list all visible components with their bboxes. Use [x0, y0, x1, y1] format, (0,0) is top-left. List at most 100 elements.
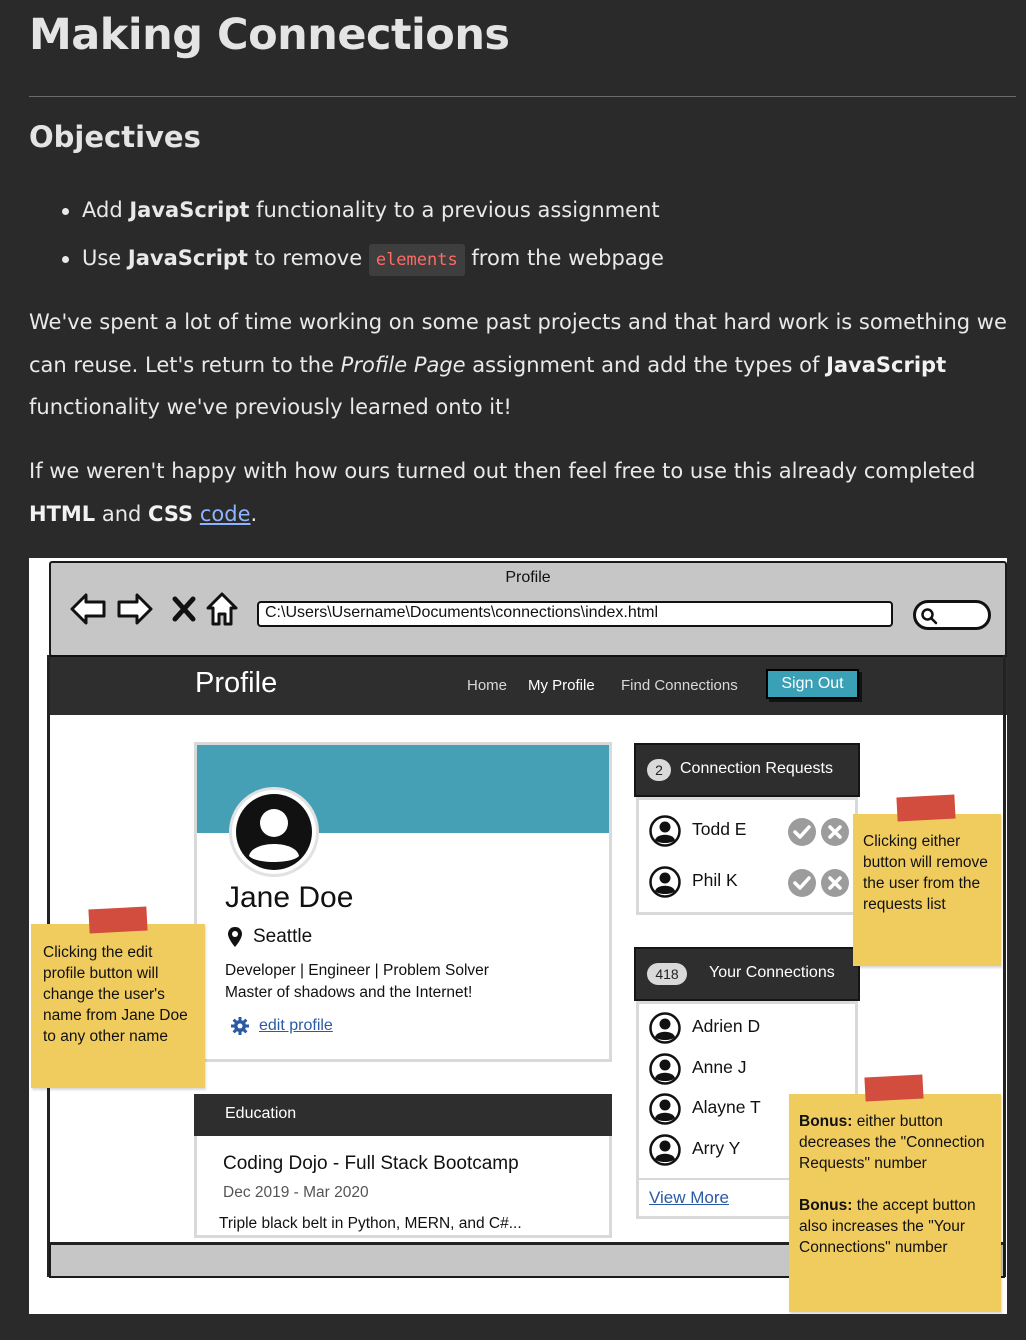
para-emphasis: Profile Page	[340, 352, 466, 377]
requests-header: 2 Connection Requests	[634, 743, 860, 797]
profile-bio: Developer | Engineer | Problem Solver Ma…	[225, 960, 595, 1004]
search-icon	[921, 608, 938, 625]
objectives-heading: Objectives	[29, 120, 201, 154]
connection-name: Anne J	[692, 1057, 747, 1077]
edit-profile-link[interactable]: edit profile	[259, 1017, 333, 1035]
para-text: .	[250, 501, 258, 526]
nav-link-my-profile[interactable]: My Profile	[528, 677, 595, 694]
sticky-note-edit: Clicking the edit profile button will ch…	[31, 906, 205, 1088]
request-name: Todd E	[692, 819, 747, 839]
objective-item: Add JavaScript functionality to a previo…	[62, 190, 664, 238]
address-bar[interactable]: C:\Users\Username\Documents\connections\…	[257, 601, 893, 627]
browser-title: Profile	[505, 569, 551, 586]
accept-request-button[interactable]	[788, 869, 816, 897]
request-name: Phil K	[692, 870, 738, 890]
sticky-note-bonus: Bonus: either button decreases the "Conn…	[789, 1074, 1001, 1312]
bio-line: Master of shadows and the Internet!	[225, 984, 473, 1001]
bonus-note-1: Bonus: either button decreases the "Conn…	[799, 1111, 993, 1174]
code-link[interactable]: code	[200, 502, 251, 526]
intro-paragraph: We've spent a lot of time working on som…	[29, 301, 1014, 429]
connection-name: Adrien D	[692, 1016, 761, 1036]
sticky-note-requests: Clicking either button will remove the u…	[853, 794, 1001, 966]
education-card: Education Coding Dojo - Full Stack Bootc…	[194, 1094, 612, 1238]
profile-location: Seattle	[253, 926, 313, 947]
tape	[896, 794, 956, 822]
bonus-note-2: Bonus: the accept button also increases …	[799, 1195, 993, 1258]
objective-keyword: JavaScript	[129, 198, 250, 222]
connection-name: Arry Y	[692, 1138, 741, 1158]
note-text: Clicking the edit profile button will ch…	[43, 944, 188, 1045]
connection-name: Alayne T	[692, 1097, 761, 1117]
objective-text: to remove	[247, 246, 369, 270]
profile-name: Jane Doe	[225, 881, 354, 914]
objective-text: functionality to a previous assignment	[249, 198, 660, 222]
decline-request-button[interactable]	[821, 869, 849, 897]
education-description: Triple black belt in Python, MERN, and C…	[219, 1215, 522, 1232]
nav-link-home[interactable]: Home	[467, 677, 507, 694]
para-text: and	[95, 501, 149, 526]
site-brand[interactable]: Profile	[195, 667, 277, 700]
user-icon	[649, 1093, 681, 1125]
title-divider	[29, 96, 1016, 97]
nav-link-find-connections[interactable]: Find Connections	[621, 677, 738, 694]
check-icon	[793, 876, 811, 890]
bio-line: Developer | Engineer | Problem Solver	[225, 962, 489, 979]
para-text: functionality we've previously learned o…	[29, 395, 512, 419]
back-arrow-icon[interactable]	[69, 591, 107, 627]
profile-avatar	[229, 787, 319, 877]
browser-chrome: Profile C:\Users\Username\Documents\conn…	[49, 561, 1007, 657]
close-icon	[828, 876, 842, 890]
bonus-label: Bonus:	[799, 1197, 853, 1214]
user-icon	[649, 1134, 681, 1166]
inline-code: elements	[368, 244, 465, 276]
requests-count-badge: 2	[647, 759, 671, 781]
user-icon	[649, 1012, 681, 1044]
browser-search-box[interactable]	[913, 600, 991, 630]
profile-card: Jane Doe Seattle Developer | Engineer | …	[194, 742, 612, 1062]
objectives-list: Add JavaScript functionality to a previo…	[62, 190, 664, 286]
lesson-page: Making Connections Objectives Add JavaSc…	[0, 0, 1026, 1340]
bonus-label: Bonus:	[799, 1113, 853, 1130]
user-icon	[236, 794, 312, 870]
connections-header: 418 Your Connections	[634, 947, 860, 1001]
education-school: Coding Dojo - Full Stack Bootcamp	[223, 1153, 519, 1174]
check-icon	[793, 825, 811, 839]
forward-arrow-icon[interactable]	[116, 591, 154, 627]
objective-text: Add	[82, 198, 130, 222]
objective-keyword: JavaScript	[127, 246, 248, 270]
sign-out-button[interactable]: Sign Out	[766, 669, 859, 699]
site-navbar: Profile Home My Profile Find Connections…	[47, 655, 1007, 715]
gear-icon	[231, 1017, 249, 1035]
page-title: Making Connections	[29, 10, 510, 60]
connections-count-badge: 418	[647, 963, 687, 985]
para-keyword: CSS	[148, 501, 194, 526]
close-icon	[828, 825, 842, 839]
para-text: assignment and add the types of	[465, 352, 827, 377]
para-text: If we weren't happy with how ours turned…	[29, 459, 976, 483]
objective-text: Use	[82, 246, 128, 270]
decline-request-button[interactable]	[821, 818, 849, 846]
user-icon	[649, 1053, 681, 1085]
objective-text: from the webpage	[464, 246, 664, 270]
para-keyword: JavaScript	[826, 352, 947, 377]
para-keyword: HTML	[29, 501, 96, 526]
frame-border-right	[1003, 655, 1006, 1277]
education-heading: Education	[194, 1094, 612, 1136]
stop-icon[interactable]	[171, 595, 197, 623]
view-more-link[interactable]: View More	[649, 1188, 729, 1208]
requests-heading: Connection Requests	[680, 760, 833, 777]
education-dates: Dec 2019 - Mar 2020	[223, 1184, 369, 1201]
objective-item: Use JavaScript to remove elements from t…	[62, 238, 664, 286]
tape	[88, 906, 148, 934]
location-pin-icon	[228, 927, 242, 947]
tape	[864, 1074, 924, 1102]
wireframe-image: Profile C:\Users\Username\Documents\conn…	[29, 558, 1007, 1314]
code-paragraph: If we weren't happy with how ours turned…	[29, 450, 1014, 535]
note-text: Clicking either button will remove the u…	[863, 833, 988, 913]
home-icon[interactable]	[205, 591, 239, 627]
user-icon	[649, 815, 681, 847]
accept-request-button[interactable]	[788, 818, 816, 846]
requests-list: Todd E Phil K	[636, 797, 858, 915]
connections-heading: Your Connections	[709, 964, 835, 981]
user-icon	[649, 866, 681, 898]
